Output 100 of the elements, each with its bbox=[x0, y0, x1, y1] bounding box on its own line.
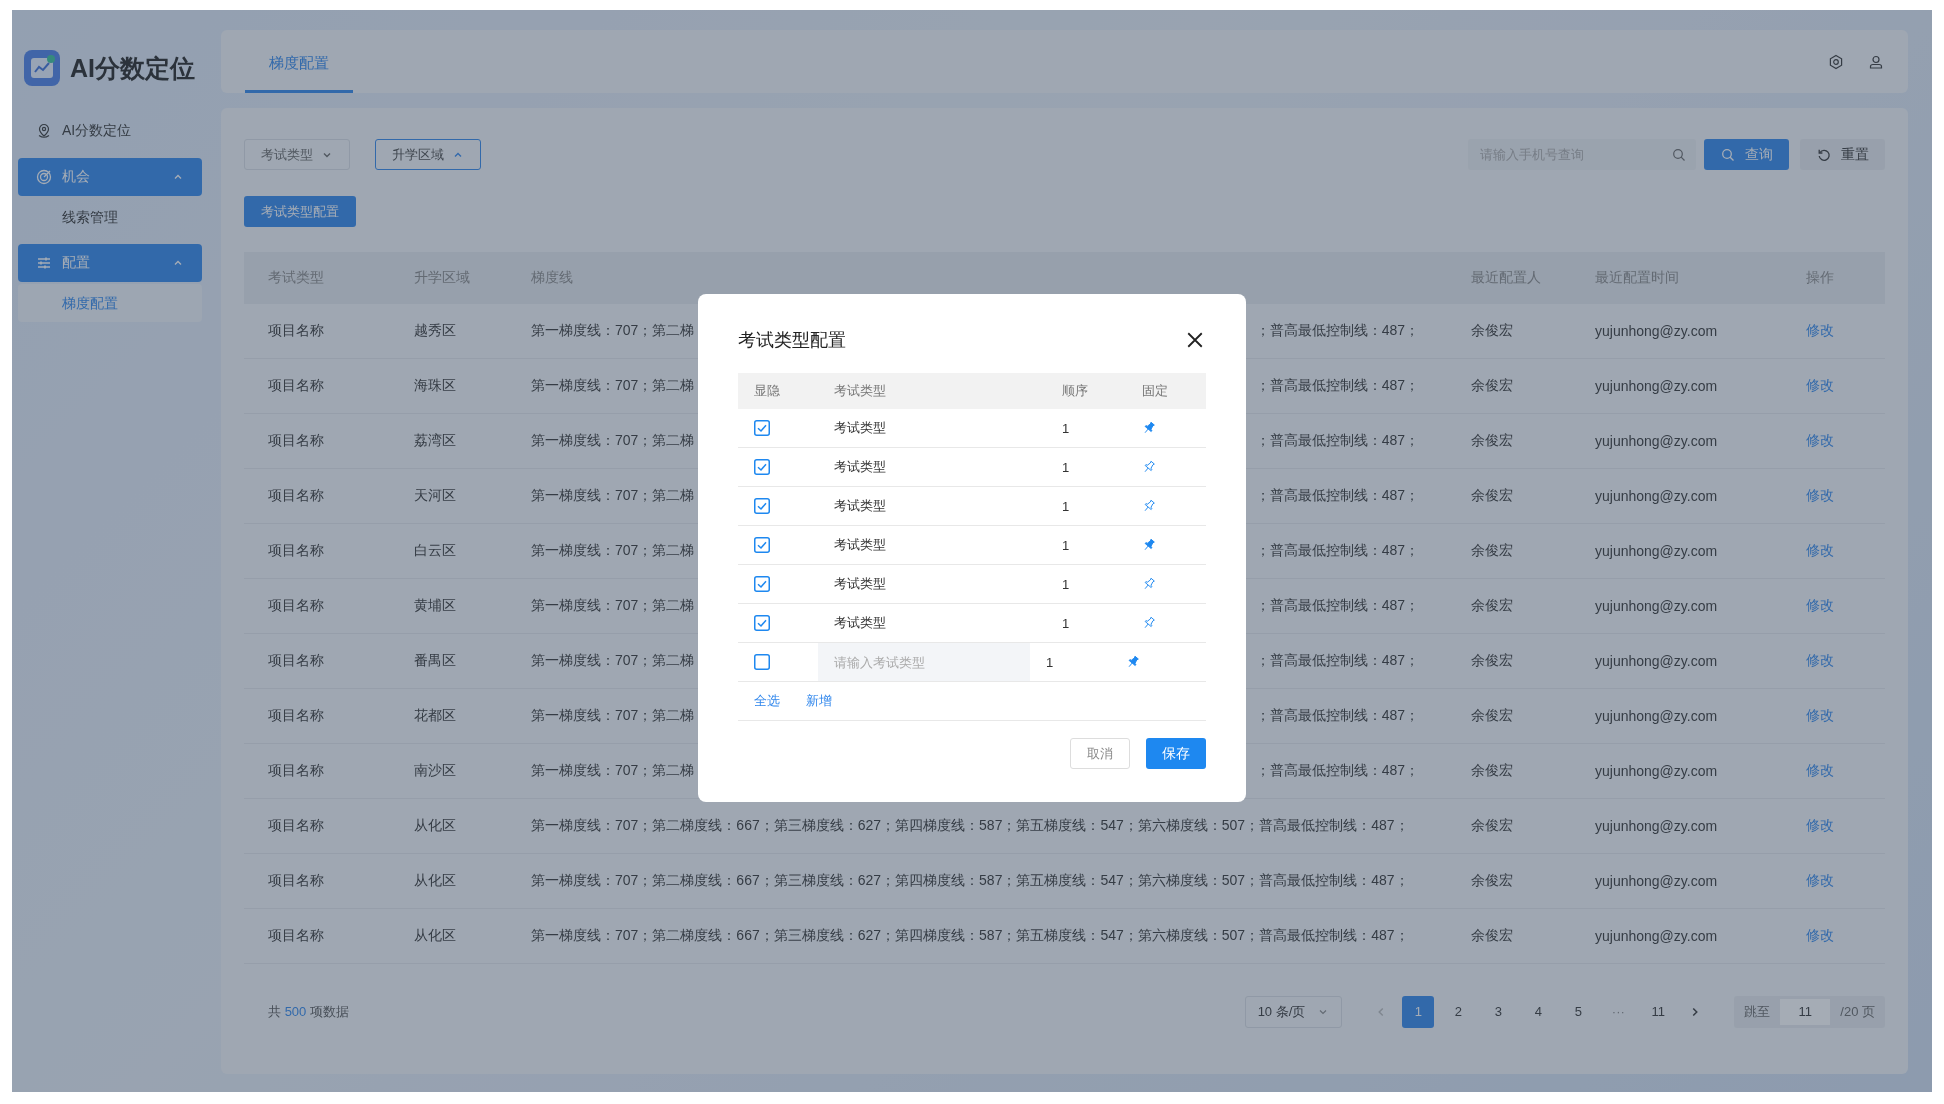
edit-link[interactable]: 修改 bbox=[1806, 432, 1834, 448]
pushpin-outline-icon[interactable] bbox=[1142, 499, 1156, 513]
order-number: 1 bbox=[1046, 654, 1054, 670]
table-cell: 余俊宏 bbox=[1471, 432, 1513, 448]
page-number[interactable]: 4 bbox=[1522, 996, 1555, 1028]
table-cell: 项目名称 bbox=[268, 927, 324, 943]
table-cell: yujunhong@zy.com bbox=[1595, 598, 1718, 614]
pushpin-icon[interactable] bbox=[1142, 421, 1156, 435]
table-cell: yujunhong@zy.com bbox=[1595, 818, 1718, 834]
refresh-icon bbox=[1816, 147, 1831, 162]
sidebar-subitem[interactable]: 梯度配置 bbox=[18, 284, 202, 322]
exam-type-name: 考试类型 bbox=[834, 614, 886, 632]
edit-link[interactable]: 修改 bbox=[1806, 817, 1834, 833]
edit-link[interactable]: 修改 bbox=[1806, 707, 1834, 723]
table-cell: 项目名称 bbox=[268, 762, 324, 778]
checkbox[interactable] bbox=[754, 420, 770, 436]
table-cell: ；普高最低控制线：487； bbox=[1255, 432, 1419, 450]
cancel-button[interactable]: 取消 bbox=[1070, 738, 1130, 769]
table-cell: 项目名称 bbox=[268, 707, 324, 723]
exam-type-config-button[interactable]: 考试类型配置 bbox=[244, 196, 356, 227]
sidebar-group[interactable]: 配置 bbox=[18, 244, 202, 282]
checkbox[interactable] bbox=[754, 537, 770, 553]
save-button[interactable]: 保存 bbox=[1146, 738, 1206, 769]
checkbox[interactable] bbox=[754, 459, 770, 475]
exam-type-input[interactable]: 请输入考试类型 bbox=[818, 643, 1030, 681]
order-number: 1 bbox=[1062, 615, 1070, 631]
edit-link[interactable]: 修改 bbox=[1806, 487, 1834, 503]
table-cell: 余俊宏 bbox=[1471, 817, 1513, 833]
edit-link[interactable]: 修改 bbox=[1806, 872, 1834, 888]
edit-link[interactable]: 修改 bbox=[1806, 322, 1834, 338]
table-cell: 第一梯度线：707；第二梯 bbox=[531, 597, 695, 615]
sidebar-item[interactable]: AI分数定位 bbox=[18, 112, 202, 150]
checkbox[interactable] bbox=[754, 654, 770, 670]
table-cell: ；普高最低控制线：487； bbox=[1255, 652, 1419, 670]
page-number[interactable]: 3 bbox=[1482, 996, 1515, 1028]
edit-link[interactable]: 修改 bbox=[1806, 927, 1834, 943]
table-cell: 第一梯度线：707；第二梯 bbox=[531, 652, 695, 670]
pushpin-outline-icon[interactable] bbox=[1142, 460, 1156, 474]
table-cell: 余俊宏 bbox=[1471, 377, 1513, 393]
table-cell: 余俊宏 bbox=[1471, 927, 1513, 943]
pushpin-outline-icon[interactable] bbox=[1142, 616, 1156, 630]
table-cell: ；普高最低控制线：487； bbox=[1255, 487, 1419, 505]
page-number[interactable]: 11 bbox=[1642, 996, 1675, 1028]
table-cell: yujunhong@zy.com bbox=[1595, 653, 1718, 669]
table-cell: 余俊宏 bbox=[1471, 707, 1513, 723]
table-cell: yujunhong@zy.com bbox=[1595, 763, 1718, 779]
table-cell: yujunhong@zy.com bbox=[1595, 543, 1718, 559]
order-number: 1 bbox=[1062, 420, 1070, 436]
table-cell: 天河区 bbox=[414, 487, 456, 503]
column-header: 显隐 bbox=[753, 382, 781, 400]
query-button[interactable]: 查询 bbox=[1704, 139, 1789, 170]
table-cell: 项目名称 bbox=[268, 487, 324, 503]
table-cell: 白云区 bbox=[414, 542, 456, 558]
table-cell: 余俊宏 bbox=[1471, 597, 1513, 613]
page-input[interactable]: 11 bbox=[1780, 999, 1831, 1025]
exam-type-name: 考试类型 bbox=[834, 536, 886, 554]
edit-link[interactable]: 修改 bbox=[1806, 377, 1834, 393]
edit-link[interactable]: 修改 bbox=[1806, 542, 1834, 558]
table-cell: 第一梯度线：707；第二梯度线：667；第三梯度线：627；第四梯度线：587；第五梯度线：547；第六梯度线：507；普高最低控制线：487； bbox=[531, 927, 1409, 943]
checkbox[interactable] bbox=[754, 576, 770, 592]
sidebar-group[interactable]: 机会 bbox=[18, 158, 202, 196]
edit-link[interactable]: 修改 bbox=[1806, 597, 1834, 613]
column-header: 考试类型 bbox=[833, 382, 887, 400]
edit-link[interactable]: 修改 bbox=[1806, 652, 1834, 668]
table-cell: 第一梯度线：707；第二梯 bbox=[531, 322, 695, 340]
table-cell: 花都区 bbox=[414, 707, 456, 723]
pushpin-icon[interactable] bbox=[1142, 538, 1156, 552]
settings-icon[interactable] bbox=[1828, 53, 1844, 70]
table-cell: 余俊宏 bbox=[1471, 872, 1513, 888]
column-header: 固定 bbox=[1141, 382, 1169, 400]
page-number[interactable]: 1 bbox=[1402, 996, 1435, 1028]
page-tab[interactable]: 梯度配置 bbox=[245, 42, 353, 93]
page-size-select[interactable]: 10 条/页 bbox=[1244, 996, 1343, 1028]
close-icon[interactable] bbox=[1186, 331, 1204, 349]
table-cell: ；普高最低控制线：487； bbox=[1255, 322, 1419, 340]
sidebar-subitem[interactable]: 线索管理 bbox=[18, 198, 202, 236]
pushpin-outline-icon[interactable] bbox=[1142, 577, 1156, 591]
edit-link[interactable]: 修改 bbox=[1806, 762, 1834, 778]
exam-type-name: 考试类型 bbox=[834, 575, 886, 593]
reset-button[interactable]: 重置 bbox=[1800, 139, 1885, 170]
page-ellipsis: ··· bbox=[1610, 1003, 1626, 1021]
filter-dropdown[interactable]: 考试类型 bbox=[244, 139, 350, 170]
column-header: 考试类型 bbox=[244, 252, 390, 304]
exam-type-name: 考试类型 bbox=[834, 458, 886, 476]
column-header: 升学区域 bbox=[390, 252, 507, 304]
dialog-link[interactable]: 新增 bbox=[806, 692, 832, 710]
checkbox[interactable] bbox=[754, 615, 770, 631]
table-cell: yujunhong@zy.com bbox=[1595, 873, 1718, 889]
table-cell: 余俊宏 bbox=[1471, 762, 1513, 778]
filter-dropdown[interactable]: 升学区域 bbox=[375, 139, 481, 170]
page-number[interactable]: 5 bbox=[1562, 996, 1595, 1028]
table-cell: 第一梯度线：707；第二梯 bbox=[531, 707, 695, 725]
table-cell: 余俊宏 bbox=[1471, 652, 1513, 668]
table-cell: 第一梯度线：707；第二梯度线：667；第三梯度线：627；第四梯度线：587；第五梯度线：547；第六梯度线：507；普高最低控制线：487； bbox=[531, 817, 1409, 833]
dialog-link[interactable]: 全选 bbox=[754, 692, 780, 710]
page-number[interactable]: 2 bbox=[1442, 996, 1475, 1028]
table-cell: 项目名称 bbox=[268, 432, 324, 448]
pushpin-icon[interactable] bbox=[1126, 655, 1140, 669]
user-icon[interactable] bbox=[1868, 53, 1884, 70]
checkbox[interactable] bbox=[754, 498, 770, 514]
